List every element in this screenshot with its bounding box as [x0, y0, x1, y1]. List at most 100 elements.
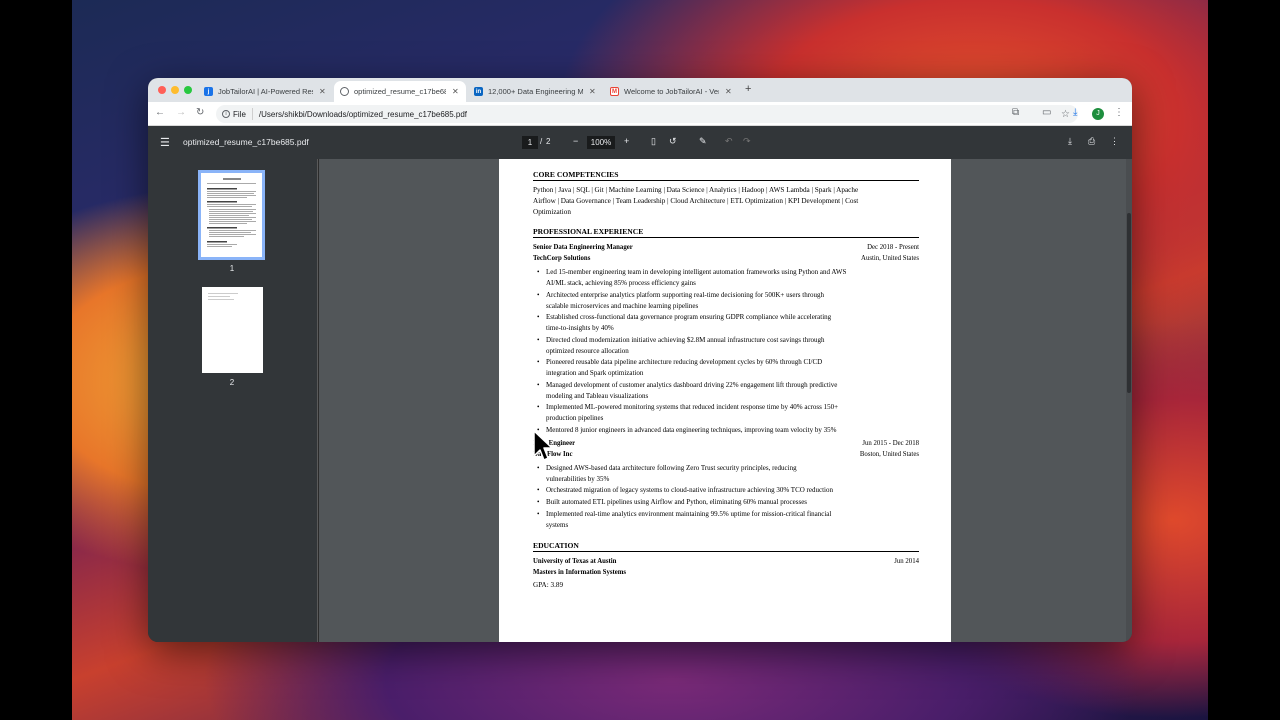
scrollbar-track[interactable]: [1126, 159, 1132, 642]
section-heading: EDUCATION: [533, 541, 919, 552]
redo-icon[interactable]: ↷: [743, 136, 751, 147]
close-tab-icon[interactable]: ✕: [319, 87, 326, 96]
mouse-cursor-icon: [533, 430, 553, 461]
pdf-document-area[interactable]: CORE COMPETENCIES Python | Java | SQL | …: [319, 159, 1132, 642]
bullet-item: Built automated ETL pipelines using Airf…: [537, 497, 907, 508]
thumbnail-label-1: 1: [229, 264, 235, 273]
zoom-in-icon[interactable]: +: [624, 136, 629, 146]
print-icon[interactable]: ⎙: [1088, 136, 1095, 147]
tab-pdf[interactable]: optimized_resume_c17be685.pdf ✕: [334, 81, 466, 102]
total-pages: 2: [546, 137, 551, 146]
job-location: Austin, United States: [861, 255, 919, 262]
address-bar[interactable]: i File /Users/shikbi/Downloads/optimized…: [216, 105, 1078, 123]
page-separator: /: [540, 137, 543, 146]
resume-page: CORE COMPETENCIES Python | Java | SQL | …: [499, 159, 951, 642]
more-options-icon[interactable]: ⋮: [1110, 136, 1119, 147]
menu-kebab-icon[interactable]: ⋮: [1114, 107, 1124, 118]
site-info-chip[interactable]: i File: [216, 108, 253, 120]
maximize-window-button[interactable]: [184, 86, 192, 94]
linkedin-icon: in: [474, 87, 483, 96]
job-location: Boston, United States: [859, 451, 919, 458]
bullet-item: Pioneered reusable data pipeline archite…: [537, 357, 907, 379]
tab-title: 12,000+ Data Engineering Ma: [488, 87, 583, 96]
jobtailorai-favicon-icon: j: [204, 87, 213, 96]
thumbnail-sidebar: 1 2: [148, 159, 318, 642]
company-row: DataFlow Inc Boston, United States: [533, 451, 919, 458]
zoom-input[interactable]: 100%: [587, 136, 615, 149]
minimize-window-button[interactable]: [171, 86, 179, 94]
job-title: Senior Data Engineering Manager: [533, 244, 633, 251]
job-title-row: Data Engineer Jun 2015 - Dec 2018: [533, 440, 919, 447]
info-icon: i: [222, 110, 230, 118]
bullet-item: Mentored 8 junior engineers in advanced …: [537, 425, 907, 436]
forward-icon[interactable]: →: [176, 107, 186, 118]
globe-icon: [340, 87, 349, 96]
section-heading: PROFESSIONAL EXPERIENCE: [533, 227, 919, 238]
job-dates: Jun 2015 - Dec 2018: [862, 440, 919, 447]
tab-linkedin[interactable]: in 12,000+ Data Engineering Ma ✕: [468, 81, 602, 102]
profile-avatar[interactable]: J: [1092, 108, 1104, 120]
download-icon[interactable]: ⤓: [1073, 107, 1077, 118]
competency-line: Python | Java | SQL | Git | Machine Lear…: [533, 186, 859, 194]
competency-line: Optimization: [533, 208, 571, 216]
gmail-icon: M: [610, 87, 619, 96]
extensions-icon[interactable]: ⧉: [1012, 107, 1019, 118]
tab-title: optimized_resume_c17be685.pdf: [354, 87, 446, 96]
tab-title: JobTailorAI | AI-Powered Resu: [218, 87, 313, 96]
browser-toolbar: ← → ↻ i File /Users/shikbi/Downloads/opt…: [148, 102, 1132, 126]
section-heading: CORE COMPETENCIES: [533, 170, 919, 181]
thumbnail-text-lines: [207, 178, 256, 247]
hamburger-menu-icon[interactable]: ☰: [160, 136, 170, 149]
graduation-date: Jun 2014: [894, 558, 919, 565]
thumbnail-text-lines: [208, 293, 238, 300]
reload-icon[interactable]: ↻: [196, 107, 204, 118]
pdf-filename: optimized_resume_c17be685.pdf: [183, 137, 309, 147]
reading-mode-icon[interactable]: ▭: [1042, 107, 1051, 118]
tab-title: Welcome to JobTailorAI - Ver: [624, 87, 719, 96]
page-number-input[interactable]: 1: [522, 136, 538, 149]
zoom-out-icon[interactable]: −: [573, 136, 578, 146]
bullet-item: Architected enterprise analytics platfor…: [537, 290, 907, 312]
bullet-item: Established cross-functional data govern…: [537, 312, 907, 334]
bullet-item: Designed AWS-based data architecture fol…: [537, 463, 907, 485]
thumbnail-label-2: 2: [229, 378, 235, 387]
bullet-item: Directed cloud modernization initiative …: [537, 335, 907, 357]
thumbnail-page-1[interactable]: [198, 170, 265, 260]
bookmark-star-icon[interactable]: ☆: [1061, 109, 1070, 120]
undo-icon[interactable]: ↶: [725, 136, 733, 147]
bullet-item: Orchestrated migration of legacy systems…: [537, 485, 907, 496]
bullet-item: Implemented real-time analytics environm…: [537, 509, 907, 531]
screen: j JobTailorAI | AI-Powered Resu ✕ optimi…: [0, 0, 1280, 720]
back-icon[interactable]: ←: [155, 107, 165, 118]
fit-page-icon[interactable]: ▯: [651, 136, 656, 147]
pdf-toolbar: ☰ optimized_resume_c17be685.pdf 1 / 2 − …: [148, 126, 1132, 159]
school-row: University of Texas at Austin Jun 2014: [533, 558, 919, 565]
bullet-item: Managed development of customer analytic…: [537, 380, 907, 402]
new-tab-button[interactable]: +: [745, 83, 751, 95]
company-name: TechCorp Solutions: [533, 255, 591, 262]
thumbnail-page-2[interactable]: [202, 287, 263, 373]
job-title-row: Senior Data Engineering Manager Dec 2018…: [533, 244, 919, 251]
job-dates: Dec 2018 - Present: [867, 244, 919, 251]
scrollbar-thumb[interactable]: [1127, 213, 1131, 393]
company-row: TechCorp Solutions Austin, United States: [533, 255, 919, 262]
bullet-item: Implemented ML-powered monitoring system…: [537, 402, 907, 424]
close-tab-icon[interactable]: ✕: [589, 87, 596, 96]
bullet-item: Led 15-member engineering team in develo…: [537, 267, 907, 289]
close-tab-icon[interactable]: ✕: [725, 87, 732, 96]
close-tab-icon[interactable]: ✕: [452, 87, 459, 96]
close-window-button[interactable]: [158, 86, 166, 94]
tab-strip: j JobTailorAI | AI-Powered Resu ✕ optimi…: [148, 78, 1132, 102]
tab-gmail[interactable]: M Welcome to JobTailorAI - Ver ✕: [604, 81, 738, 102]
tab-jobtailorai[interactable]: j JobTailorAI | AI-Powered Resu ✕: [198, 81, 332, 102]
url-text[interactable]: /Users/shikbi/Downloads/optimized_resume…: [259, 110, 467, 119]
annotate-icon[interactable]: ✎: [699, 136, 707, 147]
degree-row: Masters in Information Systems: [533, 569, 919, 576]
file-label: File: [233, 109, 246, 119]
degree: Masters in Information Systems: [533, 569, 627, 576]
competency-line: Airflow | Data Governance | Team Leaders…: [533, 197, 859, 205]
download-pdf-icon[interactable]: ⤓: [1068, 136, 1072, 147]
browser-window: j JobTailorAI | AI-Powered Resu ✕ optimi…: [148, 78, 1132, 642]
gpa: GPA: 3.89: [533, 581, 564, 589]
rotate-icon[interactable]: ↺: [669, 136, 677, 147]
